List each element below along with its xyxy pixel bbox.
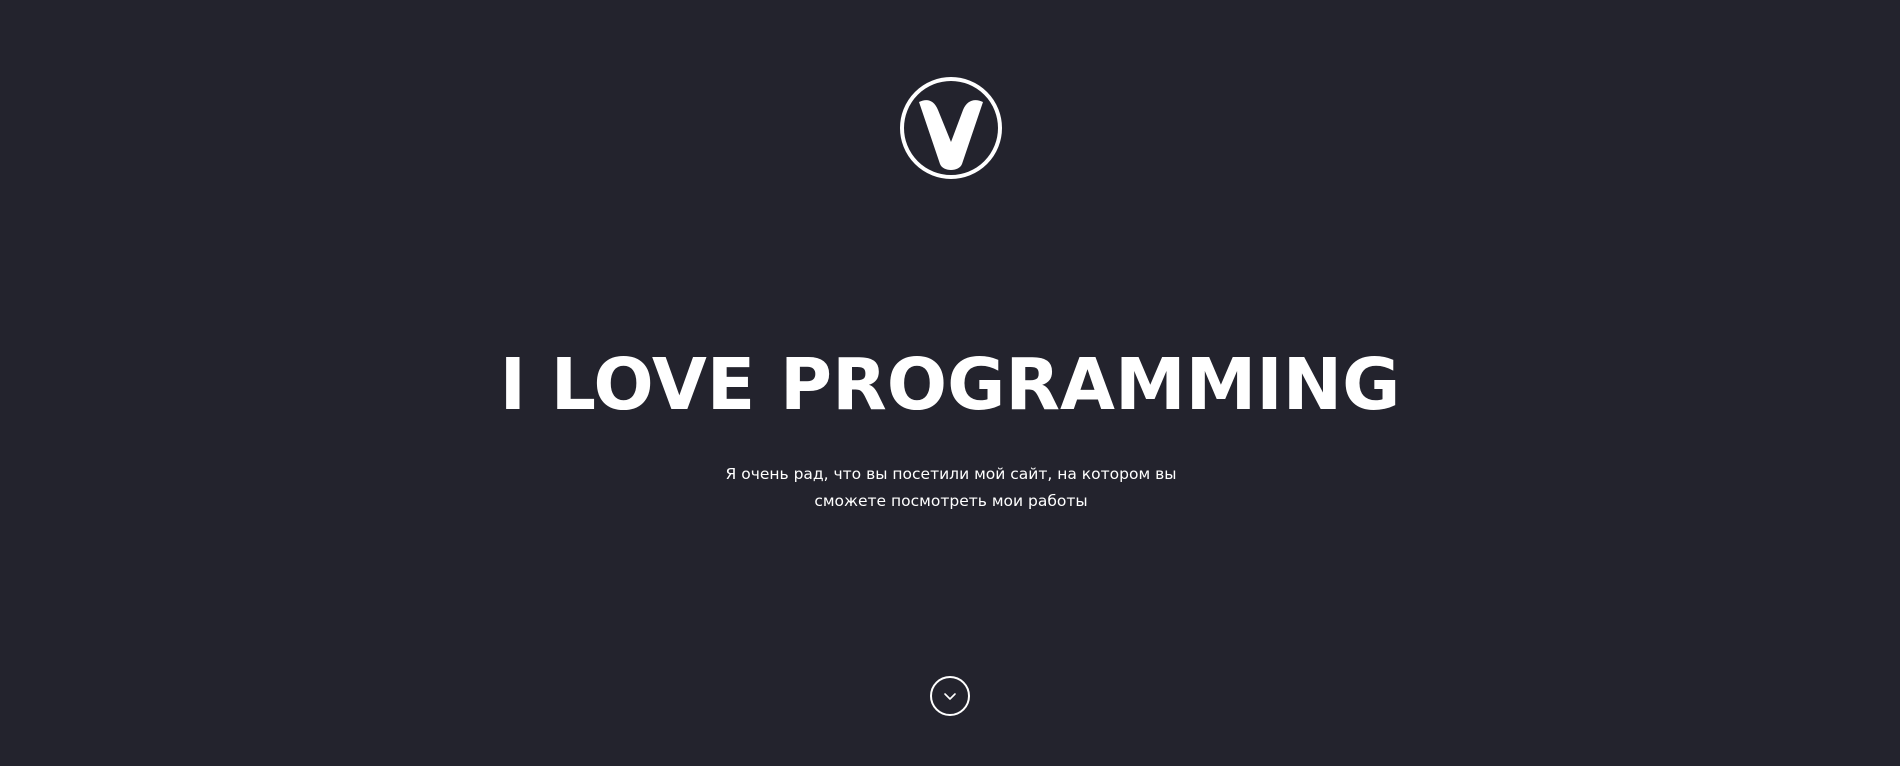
v-circle-logo-icon[interactable] (899, 76, 1003, 180)
chevron-down-icon (944, 692, 956, 700)
logo-graphic (900, 77, 1002, 179)
hero-subtitle: Я очень рад, что вы посетили мой сайт, н… (725, 465, 1177, 510)
scroll-down-button[interactable] (930, 676, 970, 716)
hero-title: I LOVE PROGRAMMING (499, 343, 1401, 426)
